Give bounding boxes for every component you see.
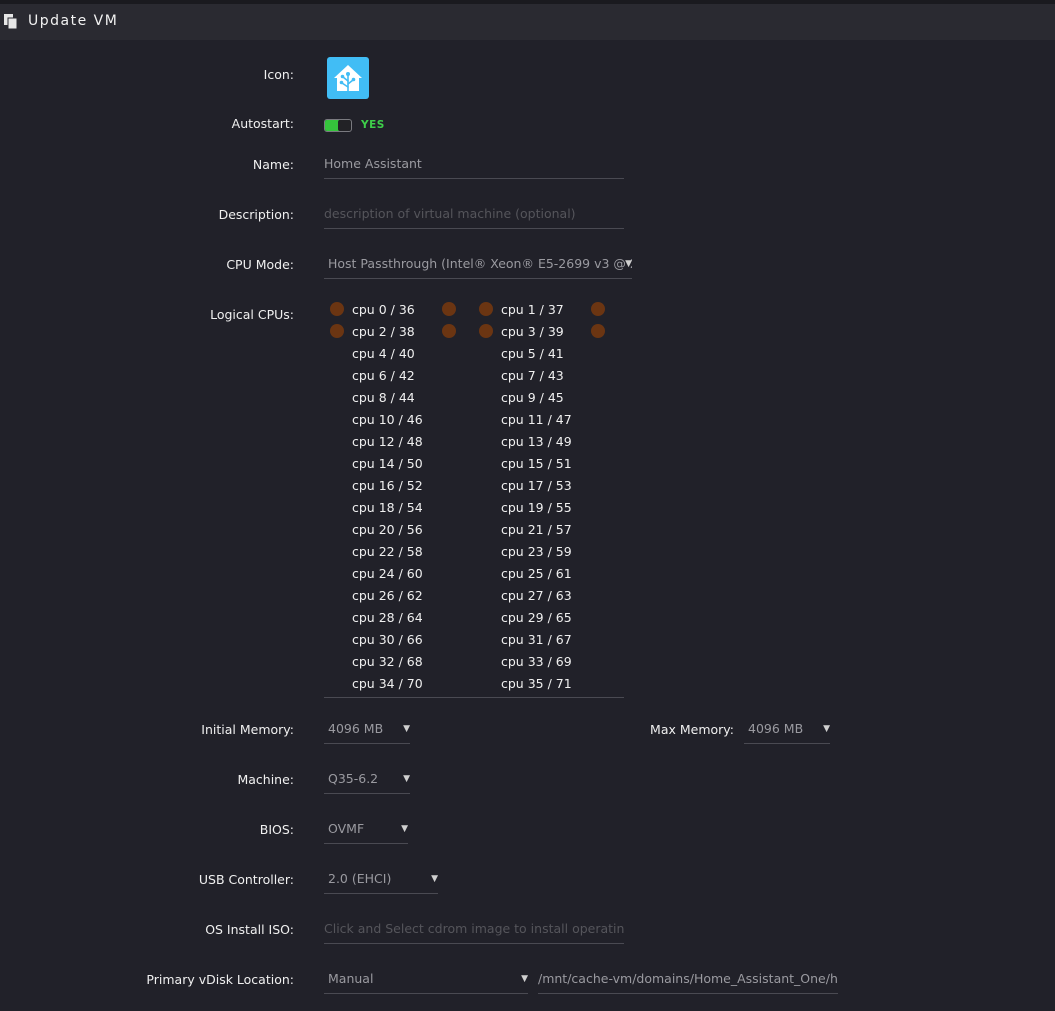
- usb-controller-label: USB Controller:: [198, 872, 294, 887]
- usb-controller-select[interactable]: 2.0 (EHCI) ▼: [324, 868, 438, 894]
- cpu-checkbox-label[interactable]: cpu 26 / 62: [352, 588, 423, 603]
- machine-value: Q35-6.2: [328, 771, 379, 786]
- name-input[interactable]: Home Assistant: [324, 153, 624, 179]
- machine-label: Machine:: [237, 772, 294, 787]
- cpu-selected-indicator-right[interactable]: [442, 302, 456, 316]
- cpu-checkbox-label[interactable]: cpu 19 / 55: [501, 500, 572, 515]
- cpu-checkbox-label[interactable]: cpu 1 / 37: [501, 302, 564, 317]
- cpu-checkbox-label[interactable]: cpu 5 / 41: [501, 346, 564, 361]
- cpu-checkbox-label[interactable]: cpu 2 / 38: [352, 324, 415, 339]
- cpu-selected-indicator[interactable]: [479, 302, 493, 316]
- cpu-checkbox-label[interactable]: cpu 22 / 58: [352, 544, 423, 559]
- cpu-checkbox-label[interactable]: cpu 11 / 47: [501, 412, 572, 427]
- chevron-down-icon: ▼: [521, 974, 528, 984]
- cpu-checkbox-label[interactable]: cpu 27 / 63: [501, 588, 572, 603]
- cpu-selected-indicator[interactable]: [330, 302, 344, 316]
- chevron-down-icon: ▼: [403, 724, 410, 734]
- os-install-iso-label: OS Install ISO:: [205, 922, 294, 937]
- cpu-checkbox-label[interactable]: cpu 25 / 61: [501, 566, 572, 581]
- vdisk-mode-value: Manual: [328, 971, 374, 986]
- cpu-checkbox-label[interactable]: cpu 14 / 50: [352, 456, 423, 471]
- description-label: Description:: [218, 207, 294, 222]
- cpu-checkbox-label[interactable]: cpu 12 / 48: [352, 434, 423, 449]
- clipboard-copy-icon: [4, 14, 18, 29]
- vdisk-mode-select[interactable]: Manual ▼: [324, 968, 528, 994]
- cpu-checkbox-label[interactable]: cpu 35 / 71: [501, 676, 572, 691]
- chevron-down-icon: ▼: [401, 824, 408, 834]
- cpu-checkbox-label[interactable]: cpu 20 / 56: [352, 522, 423, 537]
- initial-memory-label: Initial Memory:: [201, 722, 294, 737]
- cpu-checkbox-label[interactable]: cpu 8 / 44: [352, 390, 415, 405]
- cpu-checkbox-label[interactable]: cpu 21 / 57: [501, 522, 572, 537]
- cpu-mode-label: CPU Mode:: [226, 257, 294, 272]
- cpu-checkbox-label[interactable]: cpu 34 / 70: [352, 676, 423, 691]
- max-memory-label: Max Memory:: [650, 722, 734, 737]
- max-memory-select[interactable]: 4096 MB ▼: [744, 718, 830, 744]
- cpu-checkbox-label[interactable]: cpu 3 / 39: [501, 324, 564, 339]
- cpu-selected-indicator[interactable]: [479, 324, 493, 338]
- chevron-down-icon: ▼: [431, 874, 438, 884]
- name-label: Name:: [252, 157, 294, 172]
- cpu-checkbox-label[interactable]: cpu 6 / 42: [352, 368, 415, 383]
- cpu-checkbox-label[interactable]: cpu 10 / 46: [352, 412, 423, 427]
- cpu-checkbox-label[interactable]: cpu 0 / 36: [352, 302, 415, 317]
- chevron-down-icon: ▼: [823, 724, 830, 734]
- cpu-checkbox-label[interactable]: cpu 33 / 69: [501, 654, 572, 669]
- toggle-fill: [325, 120, 339, 131]
- os-install-iso-input[interactable]: Click and Select cdrom image to install …: [324, 918, 624, 944]
- cpu-checkbox-label[interactable]: cpu 18 / 54: [352, 500, 423, 515]
- cpu-checkbox-label[interactable]: cpu 4 / 40: [352, 346, 415, 361]
- home-assistant-icon[interactable]: [327, 57, 369, 99]
- cpu-checkbox-label[interactable]: cpu 9 / 45: [501, 390, 564, 405]
- cpu-checkbox-label[interactable]: cpu 13 / 49: [501, 434, 572, 449]
- page-title: Update VM: [28, 13, 119, 29]
- autostart-status: YES: [361, 119, 385, 131]
- bios-label: BIOS:: [259, 822, 294, 837]
- cpu-checkbox-label[interactable]: cpu 32 / 68: [352, 654, 423, 669]
- cpu-checkbox-label[interactable]: cpu 30 / 66: [352, 632, 423, 647]
- bios-select[interactable]: OVMF ▼: [324, 818, 408, 844]
- logical-cpus-label: Logical CPUs:: [210, 307, 294, 322]
- cpu-selected-indicator-right[interactable]: [442, 324, 456, 338]
- cpu-checkbox-label[interactable]: cpu 24 / 60: [352, 566, 423, 581]
- initial-memory-value: 4096 MB: [328, 721, 384, 736]
- icon-label: Icon:: [263, 67, 294, 82]
- max-memory-value: 4096 MB: [748, 721, 804, 736]
- cpu-checkbox-label[interactable]: cpu 7 / 43: [501, 368, 564, 383]
- vdisk-path-input[interactable]: /mnt/cache-vm/domains/Home_Assistant_One…: [538, 968, 838, 994]
- cpu-mode-select[interactable]: Host Passthrough (Intel® Xeon® E5-2699 v…: [324, 253, 632, 279]
- cpu-selected-indicator-right[interactable]: [591, 324, 605, 338]
- autostart-label: Autostart:: [231, 116, 294, 131]
- machine-select[interactable]: Q35-6.2 ▼: [324, 768, 410, 794]
- cpu-selected-indicator-right[interactable]: [591, 302, 605, 316]
- cpu-checkbox-label[interactable]: cpu 28 / 64: [352, 610, 423, 625]
- cpu-selected-indicator[interactable]: [330, 324, 344, 338]
- cpu-checkbox-label[interactable]: cpu 15 / 51: [501, 456, 572, 471]
- cpu-checkbox-label[interactable]: cpu 23 / 59: [501, 544, 572, 559]
- cpu-grid-divider: [324, 697, 624, 698]
- cpu-checkbox-label[interactable]: cpu 29 / 65: [501, 610, 572, 625]
- chevron-down-icon: ▼: [403, 774, 410, 784]
- cpu-checkbox-label[interactable]: cpu 17 / 53: [501, 478, 572, 493]
- chevron-down-icon: ▼: [625, 259, 632, 269]
- title-bar: Update VM: [0, 4, 1055, 40]
- bios-value: OVMF: [328, 821, 365, 836]
- cpu-checkbox-label[interactable]: cpu 31 / 67: [501, 632, 572, 647]
- autostart-toggle[interactable]: [324, 119, 352, 132]
- initial-memory-select[interactable]: 4096 MB ▼: [324, 718, 410, 744]
- cpu-checkbox-label[interactable]: cpu 16 / 52: [352, 478, 423, 493]
- cpu-mode-value: Host Passthrough (Intel® Xeon® E5-2699 v…: [328, 256, 632, 271]
- toggle-knob: [338, 120, 350, 131]
- description-input[interactable]: description of virtual machine (optional…: [324, 203, 624, 229]
- usb-controller-value: 2.0 (EHCI): [328, 871, 392, 886]
- vdisk-location-label: Primary vDisk Location:: [146, 972, 294, 987]
